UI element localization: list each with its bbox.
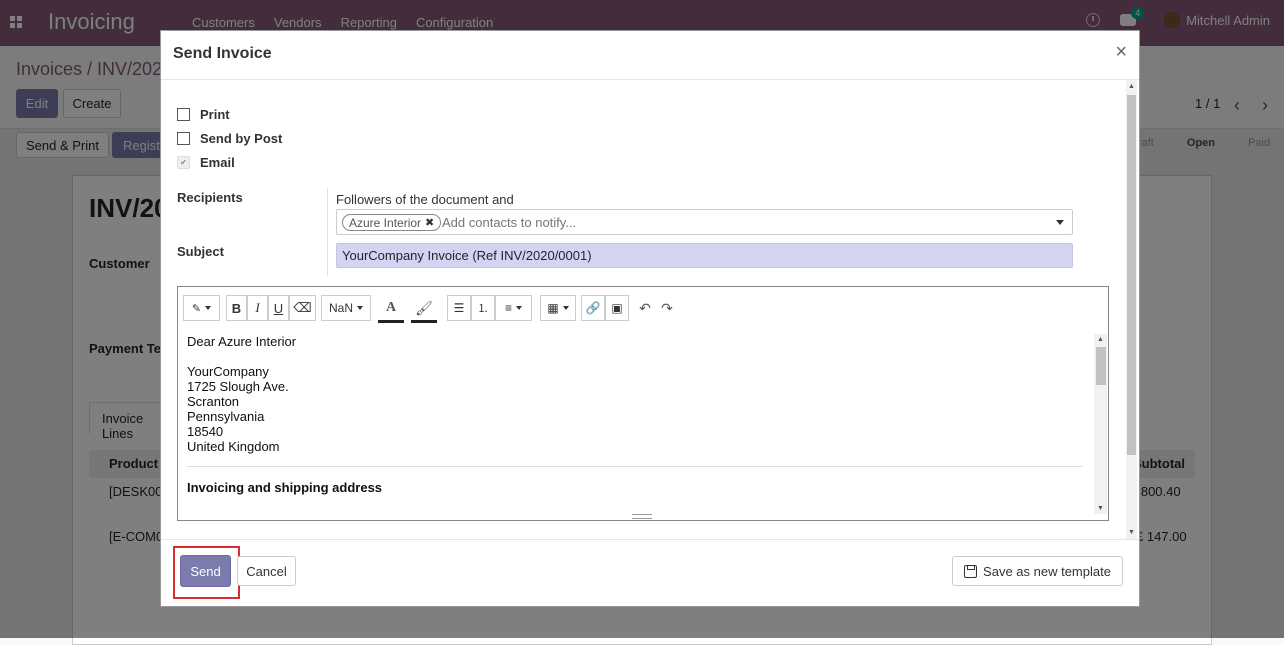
dialog-scroll-thumb[interactable] (1127, 95, 1136, 455)
remove-tag-icon[interactable]: ✖ (425, 216, 434, 229)
bold-button[interactable]: B (226, 295, 247, 321)
font-color-button[interactable]: A (378, 295, 404, 323)
highlight-color-button[interactable]: 🖌 (411, 295, 437, 323)
body-line (187, 349, 1083, 364)
print-label: Print (200, 107, 230, 122)
save-as-template-button[interactable]: Save as new template (952, 556, 1123, 586)
dialog-title: Send Invoice (173, 45, 272, 62)
scroll-down-icon[interactable]: ▼ (1097, 505, 1104, 512)
table-dropdown[interactable]: ▦ (540, 295, 576, 321)
highlight-color-swatch (411, 320, 437, 323)
body-line: Scranton (187, 394, 240, 409)
email-label: Email (200, 155, 235, 170)
followers-text: Followers of the document and (336, 192, 514, 207)
body-line: 1725 Slough Ave. (187, 379, 289, 394)
body-line: Dear Azure Interior (187, 334, 297, 349)
print-checkbox[interactable] (177, 108, 190, 121)
body-line: YourCompany (187, 364, 269, 379)
table-icon: ▦ (547, 301, 559, 315)
link-icon[interactable]: 🔗 (581, 295, 605, 321)
send-by-post-label: Send by Post (200, 131, 283, 146)
font-size-value: NaN (328, 301, 353, 315)
send-by-post-checkbox[interactable] (177, 132, 190, 145)
underline-button[interactable]: U (268, 295, 289, 321)
style-dropdown[interactable]: ✎ (183, 295, 220, 321)
print-option[interactable]: Print (177, 107, 230, 122)
font-size-dropdown[interactable]: NaN (321, 295, 371, 321)
recipients-field[interactable]: Azure Interior ✖ (336, 209, 1073, 235)
save-as-template-label: Save as new template (983, 563, 1111, 579)
bullet-list-icon[interactable]: ☰ (447, 295, 471, 321)
send-button[interactable]: Send (180, 555, 231, 587)
resize-grip-icon[interactable] (632, 514, 652, 519)
email-checkbox[interactable]: ✔ (177, 156, 190, 169)
editor-scrollbar[interactable]: ▲ ▼ (1094, 334, 1107, 514)
subject-label: Subject (177, 244, 224, 259)
body-line: 18540 (187, 424, 224, 439)
dialog-body: Print Send by Post ✔ Email Recipients Fo… (161, 80, 1139, 539)
editor-content[interactable]: Dear Azure Interior YourCompany 1725 Slo… (187, 334, 1083, 514)
email-option[interactable]: ✔ Email (177, 155, 235, 170)
font-color-swatch (378, 320, 404, 323)
align-left-icon: ≡ (504, 301, 512, 315)
recipients-label: Recipients (177, 190, 243, 205)
dialog-scrollbar[interactable]: ▲ ▼ (1126, 80, 1137, 539)
recipients-input[interactable] (442, 215, 842, 230)
field-divider (327, 188, 328, 276)
numbered-list-icon[interactable]: ⒈ (471, 295, 495, 321)
eraser-icon[interactable]: ⌫ (289, 295, 316, 321)
italic-button[interactable]: I (247, 295, 268, 321)
image-icon[interactable]: ▣ (605, 295, 629, 321)
redo-icon[interactable]: ↷ (657, 295, 677, 321)
scroll-up-icon[interactable]: ▲ (1128, 83, 1135, 90)
recipient-tag-label: Azure Interior (349, 215, 422, 230)
send-by-post-option[interactable]: Send by Post (177, 131, 282, 146)
align-dropdown[interactable]: ≡ (495, 295, 532, 321)
close-icon[interactable]: × (1115, 41, 1127, 64)
magic-wand-icon: ✎ (191, 302, 202, 315)
scroll-down-icon[interactable]: ▼ (1128, 529, 1135, 536)
dialog-footer: Send Cancel Save as new template (161, 539, 1139, 608)
recipient-tag: Azure Interior ✖ (342, 214, 442, 231)
save-icon (964, 564, 978, 578)
editor-scroll-thumb[interactable] (1096, 347, 1106, 385)
subject-input[interactable]: YourCompany Invoice (Ref INV/2020/0001) (336, 243, 1073, 268)
undo-icon[interactable]: ↶ (635, 295, 655, 321)
chevron-down-icon[interactable] (1056, 220, 1064, 225)
dialog-header: Send Invoice × (161, 31, 1139, 80)
address-section-heading: Invoicing and shipping address (187, 480, 383, 495)
divider (187, 466, 1083, 467)
body-line: United Kingdom (187, 439, 280, 454)
scroll-up-icon[interactable]: ▲ (1097, 336, 1104, 343)
send-invoice-dialog: Send Invoice × Print Send by Post ✔ Emai… (160, 30, 1140, 607)
email-body-editor[interactable]: ✎ B I U ⌫ NaN A 🖌 ☰ ⒈ ≡ ▦ 🔗 ▣ ↶ ↷ Dear A… (177, 286, 1109, 521)
body-line: Pennsylvania (187, 409, 265, 424)
cancel-button[interactable]: Cancel (237, 556, 296, 586)
